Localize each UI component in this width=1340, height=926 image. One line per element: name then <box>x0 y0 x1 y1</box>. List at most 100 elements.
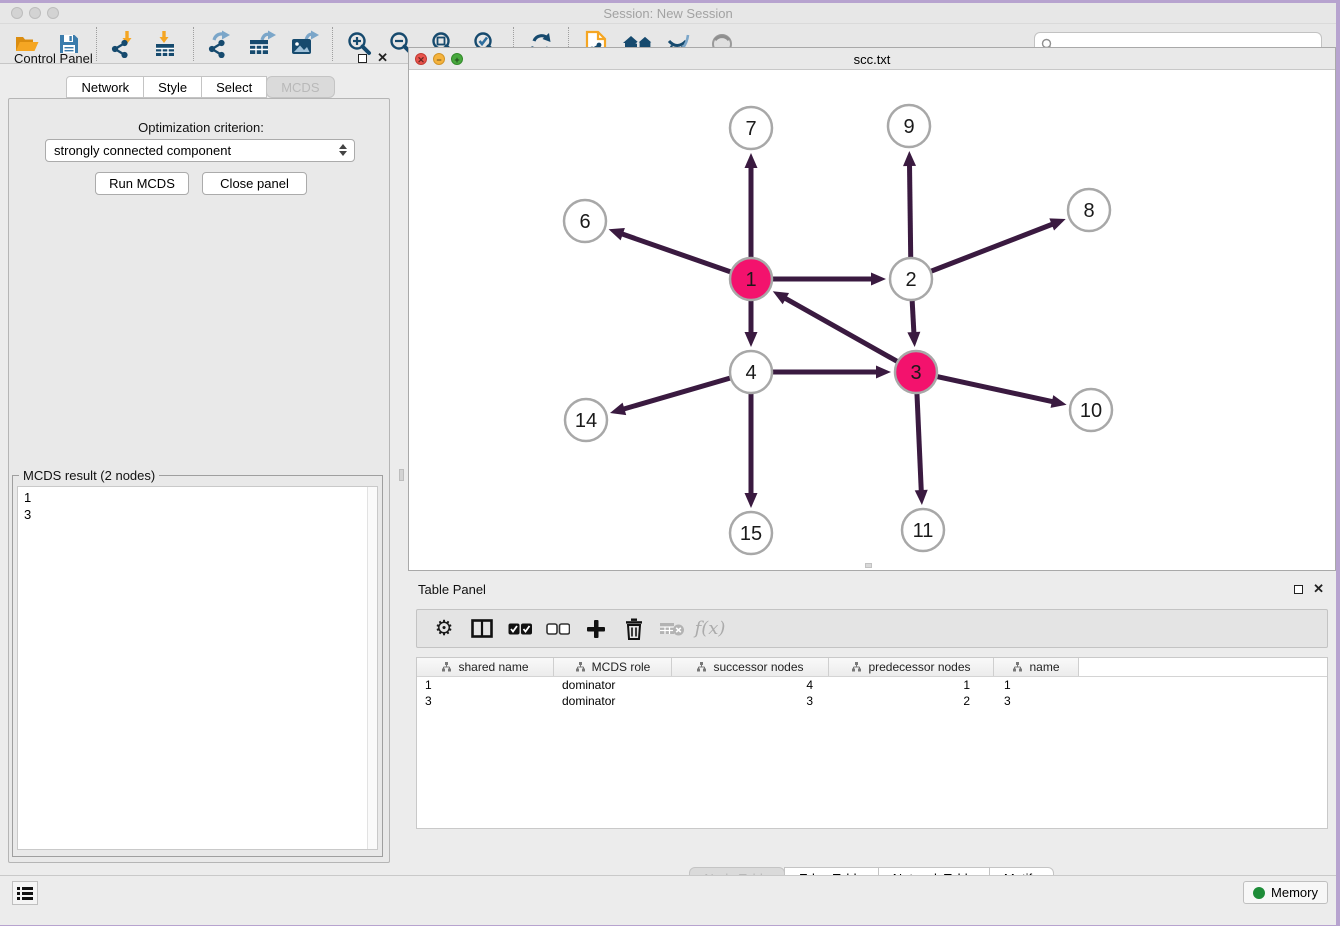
close-table-panel-icon[interactable]: ✕ <box>1313 584 1324 594</box>
table-body: 1dominator4113dominator323 <box>417 677 1327 709</box>
graph-edge-arrowhead <box>876 366 891 379</box>
node-table: shared name MCDS role successor nodes prede… <box>416 657 1328 829</box>
column-header-label: shared name <box>458 660 528 674</box>
graph-node-label: 7 <box>745 118 756 140</box>
close-panel-icon[interactable]: ✕ <box>377 53 388 63</box>
column-header-name[interactable]: name <box>994 658 1079 676</box>
criterion-dropdown[interactable]: strongly connected component <box>45 139 355 162</box>
graph-node-label: 2 <box>905 269 916 291</box>
table-panel-title: Table Panel <box>418 582 486 597</box>
graph-node-label: 9 <box>903 116 914 138</box>
optimization-criterion-label: Optimization criterion: <box>4 120 398 135</box>
column-type-icon <box>575 662 586 673</box>
graph-edge-arrowhead <box>745 153 758 168</box>
graph-edge-arrowhead <box>1049 218 1065 230</box>
criterion-value: strongly connected component <box>54 143 231 158</box>
column-header-MCDS-role[interactable]: MCDS role <box>554 658 672 676</box>
toggle-panel-icon[interactable] <box>469 616 495 642</box>
column-header-predecessor-nodes[interactable]: predecessor nodes <box>829 658 994 676</box>
table-row[interactable]: 1dominator411 <box>417 677 1327 693</box>
network-graph-canvas[interactable]: 7968124314101511 <box>409 70 1335 570</box>
graph-edge-arrowhead <box>1051 395 1067 408</box>
desktop-edge <box>1336 0 1340 926</box>
network-window-title: scc.txt <box>409 52 1335 67</box>
add-column-icon[interactable] <box>583 616 609 642</box>
function-builder-icon[interactable]: f(x) <box>697 616 723 642</box>
unselect-all-columns-icon[interactable] <box>545 616 571 642</box>
column-header-empty <box>1079 658 1327 676</box>
table-header-row: shared name MCDS role successor nodes prede… <box>417 658 1327 677</box>
graph-edge-3-1[interactable] <box>784 298 916 372</box>
mcds-result-group: MCDS result (2 nodes) 1 3 <box>12 475 383 857</box>
graph-edge-arrowhead <box>903 151 916 166</box>
table-toolbar: ⚙ f(x) <box>416 609 1328 648</box>
column-header-successor-nodes[interactable]: successor nodes <box>672 658 829 676</box>
memory-label: Memory <box>1271 885 1318 900</box>
table-cell: dominator <box>554 693 672 709</box>
table-cell: 1 <box>994 677 1079 693</box>
delete-table-icon[interactable] <box>659 616 685 642</box>
graph-edge-arrowhead <box>745 493 758 508</box>
table-cell: 3 <box>994 693 1079 709</box>
table-cell: 1 <box>417 677 554 693</box>
network-view-window: ✕ − + scc.txt 7968124314101511 <box>408 47 1336 571</box>
graph-edge-arrowhead <box>907 332 920 347</box>
network-window-titlebar[interactable]: ✕ − + scc.txt <box>409 48 1335 70</box>
graph-node-label: 15 <box>740 523 762 545</box>
graph-node-label: 11 <box>913 520 934 542</box>
column-header-label: successor nodes <box>713 660 803 674</box>
status-bar: Memory <box>0 875 1336 925</box>
delete-column-icon[interactable] <box>621 616 647 642</box>
tab-network[interactable]: Network <box>66 76 144 98</box>
float-table-panel-icon[interactable] <box>1294 585 1303 594</box>
dropdown-stepper-icon <box>339 144 347 156</box>
graph-edge-arrowhead <box>609 228 625 240</box>
graph-edge-arrowhead <box>745 332 758 347</box>
graph-node-label: 6 <box>579 211 590 233</box>
graph-edge-arrowhead <box>915 490 928 505</box>
column-type-icon <box>851 662 862 673</box>
column-header-label: name <box>1029 660 1059 674</box>
mcds-result-text[interactable]: 1 3 <box>17 486 378 850</box>
run-mcds-button[interactable]: Run MCDS <box>95 172 189 195</box>
memory-status-icon <box>1253 887 1265 899</box>
tab-select[interactable]: Select <box>201 76 267 98</box>
window-title: Session: New Session <box>0 6 1336 21</box>
graph-node-label: 10 <box>1080 400 1102 422</box>
graph-node-label: 1 <box>745 269 756 291</box>
graph-node-label: 4 <box>745 362 756 384</box>
graph-edge-2-8[interactable] <box>911 224 1054 279</box>
graph-node-label: 3 <box>910 362 921 384</box>
column-type-icon <box>1012 662 1023 673</box>
column-header-shared-name[interactable]: shared name <box>417 658 554 676</box>
network-resize-handle[interactable] <box>865 563 872 568</box>
panel-divider-handle[interactable] <box>399 469 404 481</box>
graph-node-label: 8 <box>1083 200 1094 222</box>
tab-style[interactable]: Style <box>143 76 202 98</box>
column-header-label: predecessor nodes <box>868 660 970 674</box>
table-panel: Table Panel ✕ ⚙ f(x) <box>408 576 1336 893</box>
table-cell: 2 <box>829 693 994 709</box>
table-settings-icon[interactable]: ⚙ <box>431 616 457 642</box>
float-panel-icon[interactable] <box>358 54 367 63</box>
result-scrollbar[interactable] <box>367 487 377 849</box>
column-type-icon <box>441 662 452 673</box>
task-history-icon[interactable] <box>12 881 38 905</box>
table-row[interactable]: 3dominator323 <box>417 693 1327 709</box>
tab-mcds[interactable]: MCDS <box>266 76 334 98</box>
table-cell: dominator <box>554 677 672 693</box>
mcds-result-title: MCDS result (2 nodes) <box>19 468 159 483</box>
table-cell: 1 <box>829 677 994 693</box>
graph-edge-arrowhead <box>871 273 886 286</box>
select-all-columns-icon[interactable] <box>507 616 533 642</box>
control-panel-title: Control Panel <box>14 51 93 66</box>
close-panel-button[interactable]: Close panel <box>202 172 307 195</box>
desktop-edge <box>0 0 1340 3</box>
table-cell: 4 <box>672 677 829 693</box>
table-cell: 3 <box>672 693 829 709</box>
column-type-icon <box>696 662 707 673</box>
control-panel-tabs: NetworkStyleSelectMCDS <box>4 76 398 98</box>
column-header-label: MCDS role <box>592 660 651 674</box>
memory-button[interactable]: Memory <box>1243 881 1328 904</box>
graph-edge-arrowhead <box>610 403 626 415</box>
